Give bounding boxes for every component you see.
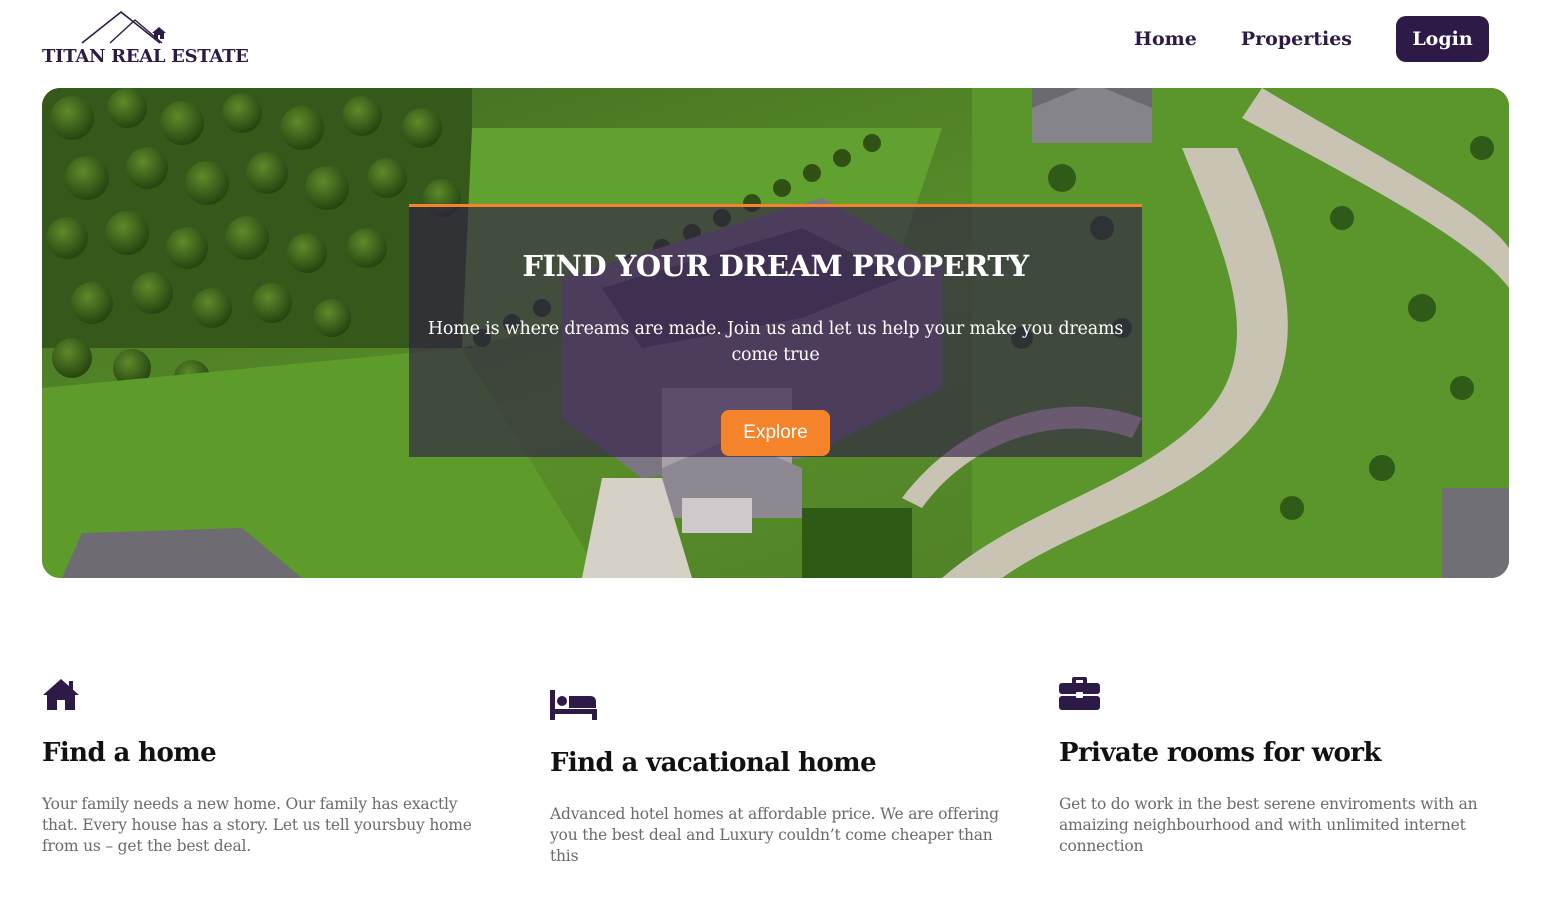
explore-button[interactable]: Explore	[721, 410, 830, 456]
login-button[interactable]: Login	[1396, 16, 1489, 62]
hero-overlay-card: FIND YOUR DREAM PROPERTY Home is where d…	[409, 204, 1142, 457]
feature-vacation-home: Find a vacational home Advanced hotel ho…	[550, 690, 1000, 865]
main-nav: Home Properties Login	[1134, 16, 1489, 62]
feature-description: Advanced hotel homes at affordable price…	[550, 805, 999, 865]
hero-banner: FIND YOUR DREAM PROPERTY Home is where d…	[42, 88, 1509, 578]
bed-icon	[550, 690, 597, 720]
nav-properties-link[interactable]: Properties	[1241, 28, 1352, 50]
feature-title: Find a home	[42, 738, 217, 768]
brand-logo[interactable]: TITAN REAL ESTATE	[42, 10, 249, 68]
house-roof-icon	[81, 10, 166, 44]
feature-private-rooms: Private rooms for work Get to do work in…	[1059, 676, 1509, 866]
briefcase-icon	[1059, 677, 1100, 710]
feature-title: Find a vacational home	[550, 748, 877, 778]
hero-title: FIND YOUR DREAM PROPERTY	[522, 249, 1029, 283]
brand-name: TITAN REAL ESTATE	[42, 46, 249, 67]
site-header: TITAN REAL ESTATE Home Properties Login	[0, 0, 1551, 80]
feature-description: Get to do work in the best serene enviro…	[1059, 795, 1478, 855]
home-icon	[43, 679, 79, 710]
hero-subtitle: Home is where dreams are made. Join us a…	[427, 319, 1124, 365]
feature-find-home: Find a home Your family needs a new home…	[42, 678, 492, 868]
nav-home-link[interactable]: Home	[1134, 28, 1197, 50]
feature-title: Private rooms for work	[1059, 738, 1381, 768]
feature-description: Your family needs a new home. Our family…	[42, 795, 472, 855]
